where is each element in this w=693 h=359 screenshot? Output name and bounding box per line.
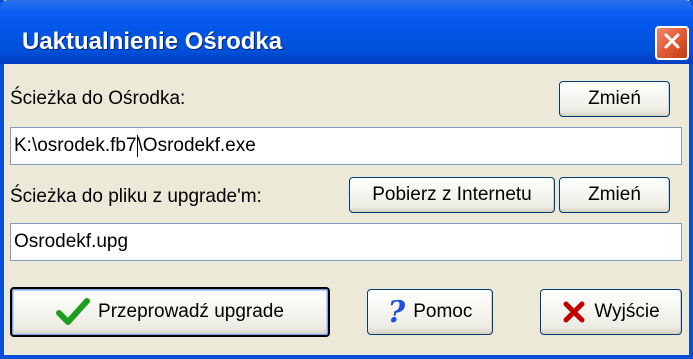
window-title: Uaktualnienie Ośrodka — [22, 28, 283, 55]
run-upgrade-label: Przeprowadź upgrade — [98, 301, 284, 322]
upgrade-path-label: Ścieżka do pliku z upgrade'm: — [10, 186, 262, 207]
exit-label: Wyjście — [594, 301, 660, 322]
title-bar[interactable]: Uaktualnienie Ośrodka — [0, 0, 693, 64]
exit-button[interactable]: Wyjście — [540, 289, 682, 335]
upgrade-path-input[interactable]: Osrodekf.upg — [10, 223, 682, 261]
center-path-value-start: K:\osrodek.fb7 — [14, 135, 137, 156]
upgrade-dialog: Uaktualnienie Ośrodka Ścieżka do Ośrodka… — [0, 0, 693, 359]
center-path-label: Ścieżka do Ośrodka: — [10, 88, 186, 109]
close-button[interactable] — [655, 26, 689, 60]
change-upgrade-path-button[interactable]: Zmień — [559, 177, 670, 213]
change-center-path-button[interactable]: Zmień — [559, 81, 670, 117]
help-button[interactable]: ? Pomoc — [367, 289, 493, 335]
close-icon — [662, 31, 682, 56]
center-path-input[interactable]: K:\osrodek.fb7 \Osrodekf.exe — [10, 127, 682, 165]
download-from-internet-button[interactable]: Pobierz z Internetu — [349, 177, 555, 213]
upgrade-path-value: Osrodekf.upg — [14, 231, 129, 252]
help-label: Pomoc — [413, 301, 473, 322]
run-upgrade-button[interactable]: Przeprowadź upgrade — [10, 287, 330, 337]
center-path-value-end: \Osrodekf.exe — [137, 135, 256, 156]
cross-icon — [562, 300, 586, 324]
question-mark-icon: ? — [387, 294, 406, 330]
checkmark-icon — [56, 297, 91, 327]
